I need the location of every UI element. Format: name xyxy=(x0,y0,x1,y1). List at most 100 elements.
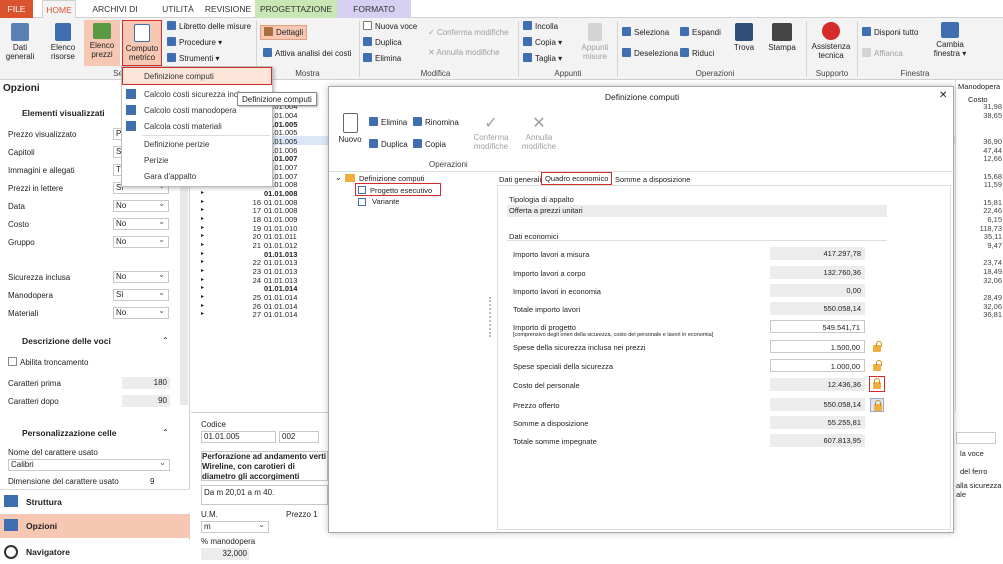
sicurezza-select[interactable]: No xyxy=(113,270,169,283)
manodopera-select[interactable]: Sì xyxy=(113,288,169,301)
menu-item-gara[interactable]: Gara d'appalto xyxy=(144,172,196,181)
econ-value[interactable]: 0,00 xyxy=(770,284,865,297)
nuova-voce-button[interactable]: Nuova voce xyxy=(363,21,417,32)
lock-icon[interactable] xyxy=(869,376,885,392)
libretto-button[interactable]: Libretto delle misure xyxy=(167,21,251,32)
expand-arrow-icon[interactable]: ▸ xyxy=(201,206,204,213)
chevron-up-icon[interactable]: ⌃ xyxy=(162,428,169,437)
elimina-button[interactable]: Elimina xyxy=(363,53,401,64)
expand-arrow-icon[interactable]: ▸ xyxy=(201,267,204,274)
expand-arrow-icon[interactable]: ▸ xyxy=(201,198,204,205)
expand-arrow-icon[interactable]: ▸ xyxy=(201,241,204,248)
nav-navigatore[interactable]: Navigatore xyxy=(0,540,190,564)
splitter[interactable] xyxy=(489,297,492,337)
table-row[interactable]: ▸ 01.01.014 xyxy=(198,284,328,293)
strumenti-button[interactable]: Strumenti ▾ xyxy=(167,53,219,64)
table-row[interactable]: ▸ 25 01.01.014 xyxy=(198,293,328,302)
tree-collapse-icon[interactable]: ⌄ xyxy=(335,173,342,182)
trova-button[interactable]: Trova xyxy=(730,23,758,52)
expand-arrow-icon[interactable]: ▸ xyxy=(201,189,204,196)
caratteri-prima-input[interactable]: 180 xyxy=(122,377,170,389)
econ-value[interactable]: 55.255,81 xyxy=(770,416,865,429)
description2-text[interactable]: Da m 20,01 a m 40. xyxy=(201,485,328,505)
font-select[interactable]: Calibri xyxy=(8,458,170,471)
econ-value[interactable]: 1.000,00 xyxy=(770,359,865,372)
menu-item-definizione[interactable]: Definizione computi xyxy=(122,67,272,85)
econ-value[interactable]: 550.058,14 xyxy=(770,302,865,315)
dati-generali-button[interactable]: Dati generali xyxy=(3,23,37,61)
gruppo-select[interactable]: No xyxy=(113,235,169,248)
cambia-finestra-button[interactable]: Cambia finestra ▾ xyxy=(928,22,972,58)
expand-arrow-icon[interactable]: ▸ xyxy=(201,258,204,265)
expand-arrow-icon[interactable]: ▸ xyxy=(201,293,204,300)
lock-open-icon[interactable] xyxy=(870,340,883,353)
dlg-rinomina-button[interactable]: Rinomina xyxy=(413,117,459,128)
econ-value[interactable]: 607.813,95 xyxy=(770,434,865,447)
taglia-button[interactable]: Taglia ▾ xyxy=(523,53,562,64)
stampa-button[interactable]: Stampa xyxy=(765,23,799,52)
dlg-duplica-button[interactable]: Duplica xyxy=(369,139,408,150)
deseleziona-button[interactable]: Deseleziona xyxy=(622,48,678,59)
tab-archivi[interactable]: ARCHIVI DI BASE xyxy=(80,0,150,32)
tree-item-variante[interactable]: Variante xyxy=(372,197,399,206)
seleziona-button[interactable]: Seleziona xyxy=(622,27,669,38)
appunti-misure-button[interactable]: Appunti misure xyxy=(576,23,614,61)
annulla-modifiche-button[interactable]: ✕ Annulla modifiche xyxy=(428,47,500,58)
computo-metrico-button[interactable]: Computo metrico xyxy=(122,20,162,66)
right-detail-field[interactable] xyxy=(956,432,996,444)
font-size-value[interactable]: 9 xyxy=(150,477,154,486)
expand-arrow-icon[interactable]: ▸ xyxy=(201,224,204,231)
materiali-select[interactable]: No xyxy=(113,306,169,319)
dlg-elimina-button[interactable]: Elimina xyxy=(369,117,407,128)
caratteri-dopo-input[interactable]: 90 xyxy=(122,395,170,407)
lock-icon[interactable] xyxy=(870,398,884,412)
table-row[interactable]: ▸ 21 01.01.012 xyxy=(198,241,328,250)
analisi-button[interactable]: Attiva analisi dei costi xyxy=(263,48,351,59)
elenco-prezzi-button[interactable]: Elenco prezzi xyxy=(84,20,120,66)
lock-open-icon[interactable] xyxy=(870,359,883,372)
tab-somme[interactable]: Somme a disposizione xyxy=(615,175,690,184)
tab-dati-generali[interactable]: Dati generali xyxy=(499,175,541,184)
table-row[interactable]: ▸ 27 01.01.014 xyxy=(198,310,328,319)
tipologia-value[interactable]: Offerta a prezzi unitari xyxy=(507,205,887,217)
expand-arrow-icon[interactable]: ▸ xyxy=(201,284,204,291)
tree-item-progetto[interactable]: Progetto esecutivo xyxy=(355,183,441,196)
expand-arrow-icon[interactable]: ▸ xyxy=(201,232,204,239)
dlg-copia-button[interactable]: Copia xyxy=(413,139,446,150)
expand-arrow-icon[interactable]: ▸ xyxy=(201,276,204,283)
expand-arrow-icon[interactable]: ▸ xyxy=(201,302,204,309)
duplica-button[interactable]: Duplica xyxy=(363,37,402,48)
dlg-annulla-button[interactable]: ✕ Annulla modifiche xyxy=(517,115,561,151)
econ-value[interactable]: 1.500,00 xyxy=(770,340,865,353)
econ-value[interactable]: 12.436,36 xyxy=(770,378,865,391)
tab-progettazione[interactable]: PROGETTAZIONE xyxy=(255,0,337,18)
econ-value[interactable]: 132.760,36 xyxy=(770,266,865,279)
table-row[interactable]: ▸ 22 01.01.013 xyxy=(198,258,328,267)
expand-arrow-icon[interactable]: ▸ xyxy=(201,250,204,257)
nav-struttura[interactable]: Struttura xyxy=(0,489,190,513)
table-row[interactable]: ▸ 17 01.01.008 xyxy=(198,206,328,215)
dlg-conferma-button[interactable]: ✓ Conferma modifiche xyxy=(469,115,513,151)
expand-arrow-icon[interactable]: ▸ xyxy=(201,310,204,317)
menu-item-materiali[interactable]: Calcola costi materiali xyxy=(144,122,222,131)
conferma-modifiche-button[interactable]: ✓ Conferma modifiche xyxy=(428,27,509,38)
table-row[interactable]: ▸ 01.01.008 xyxy=(198,189,328,198)
troncamento-checkbox[interactable] xyxy=(8,357,17,366)
econ-value[interactable]: 549.541,71 xyxy=(770,320,865,333)
costo-select[interactable]: No xyxy=(113,217,169,230)
menu-item-sicurezza[interactable]: Calcolo costi sicurezza incl xyxy=(144,90,240,99)
econ-value[interactable]: 550.058,14 xyxy=(770,398,865,411)
description-text[interactable]: Perforazione ad andamento verti Wireline… xyxy=(201,451,328,481)
menu-item-def-perizie[interactable]: Definizione perizie xyxy=(144,140,209,149)
codice-input[interactable]: 01.01.005 xyxy=(201,431,276,443)
copia-button[interactable]: Copia ▾ xyxy=(523,37,562,48)
nav-opzioni[interactable]: Opzioni xyxy=(0,514,190,538)
espandi-button[interactable]: Espandi xyxy=(680,27,721,38)
tab-quadro-economico[interactable]: Quadro economico xyxy=(541,172,613,185)
data-select[interactable]: No xyxy=(113,199,169,212)
chevron-up-icon[interactable]: ⌃ xyxy=(162,336,169,345)
codice2-input[interactable]: 002 xyxy=(279,431,319,443)
assistenza-button[interactable]: Assistenza tecnica xyxy=(809,22,853,60)
menu-item-manodopera[interactable]: Calcolo costi manodopera xyxy=(144,106,237,115)
procedure-button[interactable]: Procedure ▾ xyxy=(167,37,222,48)
